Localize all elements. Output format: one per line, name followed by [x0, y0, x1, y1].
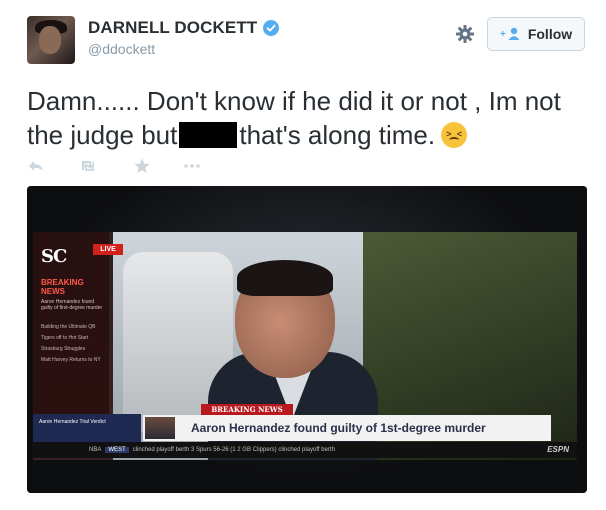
ticker-conference: WEST	[105, 447, 129, 453]
ticker-text: clinched playoff berth 3 Spurs 56-26 (1 …	[132, 447, 335, 453]
favorite-button[interactable]	[133, 157, 151, 175]
sidebar-list: Building the Ultimate QB Tigers off to H…	[41, 324, 105, 368]
tweet-photo[interactable]: SC BREAKING NEWS Aaron Hernandez found g…	[27, 186, 587, 493]
reply-icon	[29, 161, 43, 171]
follow-button-label: Follow	[527, 26, 573, 42]
sidebar-list-item: Matt Harvey Returns to NY	[41, 357, 101, 363]
avatar[interactable]	[27, 16, 75, 64]
bottom-ticker: NBA WEST clinched playoff berth 3 Spurs 56…	[33, 442, 577, 458]
gear-icon[interactable]	[455, 24, 475, 44]
follow-button[interactable]: + Follow	[487, 17, 585, 51]
sidebar-list-item: Building the Ultimate QB	[41, 324, 96, 330]
tweet-text-part2: that's along time.	[239, 120, 436, 150]
espn-logo: ESPN	[547, 445, 569, 454]
sidebar-list-item: Strasburg Struggles	[41, 346, 86, 352]
retweet-button[interactable]	[79, 157, 97, 175]
user-name[interactable]: DARNELL DOCKETT	[88, 18, 257, 38]
confounded-face-emoji-icon: > <	[441, 122, 468, 148]
follow-user-icon: +	[500, 27, 520, 40]
user-handle[interactable]: @ddockett	[88, 41, 155, 57]
tv-screen: SC BREAKING NEWS Aaron Hernandez found g…	[33, 232, 577, 460]
tweet-text: Damn...... Don't know if he did it or no…	[27, 84, 587, 152]
ticker-league: NBA	[89, 447, 102, 453]
sidebar-list-item: Tigers off to Hot Start	[41, 335, 89, 341]
svg-text:+: +	[500, 29, 506, 40]
breaking-news-label: BREAKING NEWS	[201, 404, 293, 415]
more-button[interactable]	[183, 157, 201, 175]
more-dots-icon	[184, 164, 200, 168]
live-badge: LIVE	[93, 244, 123, 255]
lower-left-panel: Aaron Hernandez Trial Verdict	[33, 414, 141, 442]
reply-button[interactable]	[27, 157, 45, 175]
retweet-icon	[82, 161, 94, 171]
redaction-box	[179, 122, 238, 148]
star-icon	[134, 158, 150, 173]
tv-sidebar: SC BREAKING NEWS Aaron Hernandez found g…	[33, 232, 109, 440]
sidebar-breaking-news: BREAKING NEWS Aaron Hernandez found guil…	[41, 278, 103, 311]
verified-badge-icon	[263, 20, 279, 36]
headline-thumbnail	[145, 417, 175, 439]
headline-text: Aaron Hernandez found guilty of 1st-degr…	[191, 421, 486, 435]
sportscenter-logo: SC	[41, 246, 67, 267]
